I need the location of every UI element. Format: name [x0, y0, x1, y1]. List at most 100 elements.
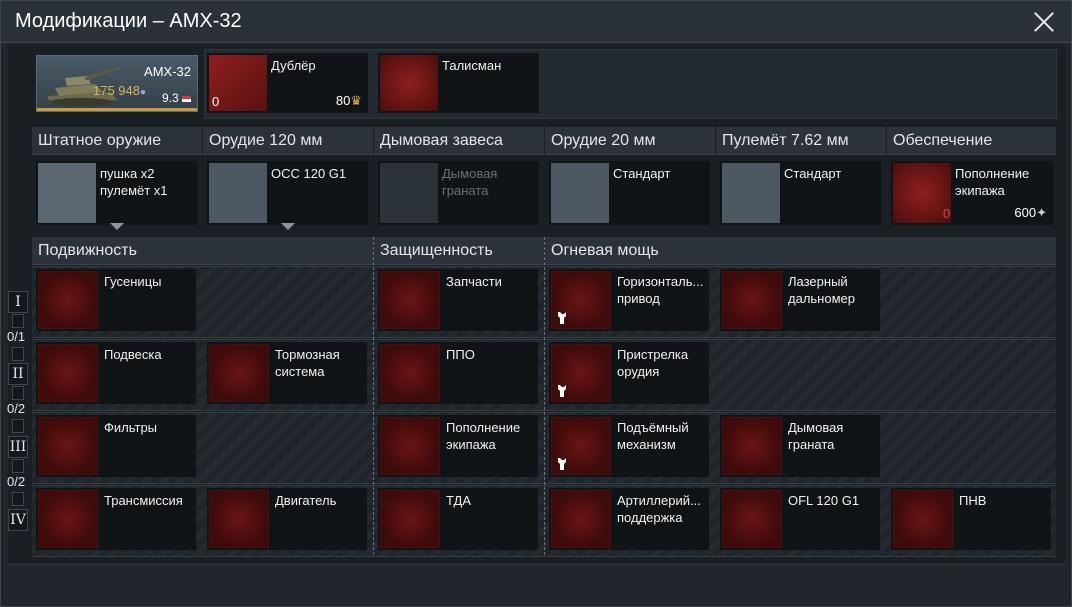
mod-transmission-label: Трансмиссия: [104, 493, 183, 508]
mod-smoke-grenade[interactable]: Дымовая граната: [720, 415, 880, 477]
vehicle-price: 175 948●: [93, 83, 146, 98]
ammo-belt-icon: [551, 163, 609, 223]
tier-2-progress: 0/2: [7, 401, 26, 416]
shell-icon: [209, 163, 267, 223]
mod-crew-replenish-line2: экипажа: [446, 437, 496, 452]
titlebar: Модификации – AMX-32: [1, 1, 1071, 43]
mod-artillery-support[interactable]: Артиллерий... поддержка: [549, 488, 709, 550]
support-cost: 600✦: [1014, 205, 1047, 221]
mod-artillery-support-line1: Артиллерий...: [617, 493, 701, 508]
tier-link: [12, 347, 24, 361]
mod-suspension[interactable]: Подвеска: [36, 342, 196, 404]
laser-rangefinder-icon: [722, 271, 782, 329]
talisman-label: Талисман: [442, 58, 502, 73]
weapon-mg-label: Стандарт: [784, 166, 842, 181]
column-separator: [544, 237, 545, 555]
close-icon[interactable]: [1031, 9, 1057, 35]
weapon-smoke-line2: граната: [442, 183, 489, 198]
vehicle-name: AMX-32: [144, 64, 191, 79]
mod-gun-zeroing-line1: Пристрелка: [617, 347, 689, 362]
window-title: Модификации – AMX-32: [15, 10, 242, 32]
header-gun-20: Орудие 20 мм: [545, 127, 715, 155]
mod-laser-rangefinder[interactable]: Лазерный дальномер: [720, 269, 880, 331]
mod-brakes[interactable]: Тормозная система: [207, 342, 367, 404]
mod-parts[interactable]: Запчасти: [378, 269, 538, 331]
mod-horizontal-drive[interactable]: Горизонталь... привод: [549, 269, 709, 331]
vehicle-br: 9.3: [162, 91, 191, 105]
tracks-icon: [38, 271, 98, 329]
header-standard-weapon: Штатное оружие: [32, 127, 202, 155]
chevron-down-icon[interactable]: [281, 223, 295, 230]
artillery-icon: [551, 490, 611, 548]
backup-cost-value: 80: [335, 93, 351, 108]
gold-eagle-icon: ♛: [350, 93, 362, 108]
mg-ammo-icon: [722, 163, 780, 223]
mod-laser-rangefinder-line2: дальномер: [788, 291, 855, 306]
talisman-icon: [380, 55, 438, 111]
mod-elevation-mechanism-label: Подъёмный механизм: [617, 419, 709, 453]
nation-flag-icon: [182, 95, 191, 102]
mod-engine-label: Двигатель: [275, 493, 337, 508]
weapon-smoke-line1: Дымовая: [442, 166, 498, 181]
header-mg: Пулемёт 7.62 мм: [716, 127, 886, 155]
vehicle-card[interactable]: AMX-32 175 948● 9.3: [36, 55, 198, 112]
weapon-gun-20[interactable]: Стандарт: [549, 161, 710, 225]
mod-crew-replenish-label: Пополнение экипажа: [446, 419, 538, 453]
mod-smoke-grenade-line2: граната: [788, 437, 835, 452]
mod-tracks[interactable]: Гусеницы: [36, 269, 196, 331]
mod-crew-replenish[interactable]: Пополнение экипажа: [378, 415, 538, 477]
tier-link: [12, 386, 24, 400]
header-gun-120: Орудие 120 мм: [203, 127, 373, 155]
mod-transmission[interactable]: Трансмиссия: [36, 488, 196, 550]
support-crew[interactable]: Пополнение экипажа 0 600✦: [891, 161, 1053, 225]
mod-elevation-mechanism-line2: механизм: [617, 437, 676, 452]
mod-fire-extinguisher[interactable]: ППО: [378, 342, 538, 404]
weapon-gun-120-label: OCC 120 G1: [271, 166, 347, 181]
weapon-standard[interactable]: пушка x2 пулемёт x1: [36, 161, 197, 225]
backup-cost: 80♛: [336, 93, 362, 109]
footer-bar: [8, 564, 1065, 594]
weapon-gun-120[interactable]: OCC 120 G1: [207, 161, 368, 225]
mod-smoke-system[interactable]: ТДА: [378, 488, 538, 550]
weapon-smoke[interactable]: Дымовая граната: [378, 161, 539, 225]
premium-line: [37, 108, 197, 111]
mod-ofl-shell[interactable]: OFL 120 G1: [720, 488, 880, 550]
mod-artillery-support-label: Артиллерий... поддержка: [617, 492, 709, 526]
mod-filters[interactable]: Фильтры: [36, 415, 196, 477]
header-smoke: Дымовая завеса: [374, 127, 544, 155]
weapon-smoke-label: Дымовая граната: [442, 165, 497, 199]
mod-gun-zeroing[interactable]: Пристрелка орудия: [549, 342, 709, 404]
mod-artillery-support-line2: поддержка: [617, 510, 683, 525]
chevron-down-icon[interactable]: [110, 223, 124, 230]
tier-1-progress: 0/1: [7, 329, 26, 344]
mod-night-vision-label: ПНВ: [959, 493, 987, 508]
mod-night-vision[interactable]: ПНВ: [891, 488, 1051, 550]
smoke-grenade-icon: [380, 163, 438, 223]
mod-elevation-mechanism[interactable]: Подъёмный механизм: [549, 415, 709, 477]
mod-brakes-line1: Тормозная: [275, 347, 340, 362]
mod-engine[interactable]: Двигатель: [207, 488, 367, 550]
crew-member-icon: [380, 417, 440, 475]
mod-smoke-grenade-label: Дымовая граната: [788, 419, 880, 453]
mod-horizontal-drive-line1: Горизонталь...: [617, 274, 704, 289]
mod-suspension-label: Подвеска: [104, 347, 162, 362]
cannon-icon: [38, 163, 96, 223]
transmission-icon: [38, 490, 98, 548]
tier-link: [12, 419, 24, 433]
filters-icon: [38, 417, 98, 475]
mod-smoke-system-label: ТДА: [446, 493, 471, 508]
slot-backup[interactable]: Дублёр 0 80♛: [207, 53, 368, 113]
weapon-mg[interactable]: Стандарт: [720, 161, 881, 225]
backup-label: Дублёр: [271, 58, 316, 73]
mod-gun-zeroing-label: Пристрелка орудия: [617, 346, 709, 380]
mod-gun-zeroing-line2: орудия: [617, 364, 660, 379]
shell-icon: [722, 490, 782, 548]
fire-extinguisher-icon: [380, 344, 440, 402]
wrench-icon: [558, 385, 566, 397]
mod-laser-rangefinder-line1: Лазерный: [788, 274, 848, 289]
slot-talisman[interactable]: Талисман: [378, 53, 539, 113]
mod-horizontal-drive-line2: привод: [617, 291, 660, 306]
header-support: Обеспечение: [887, 127, 1056, 155]
suspension-icon: [38, 344, 98, 402]
support-label: Пополнение экипажа: [955, 165, 1029, 199]
